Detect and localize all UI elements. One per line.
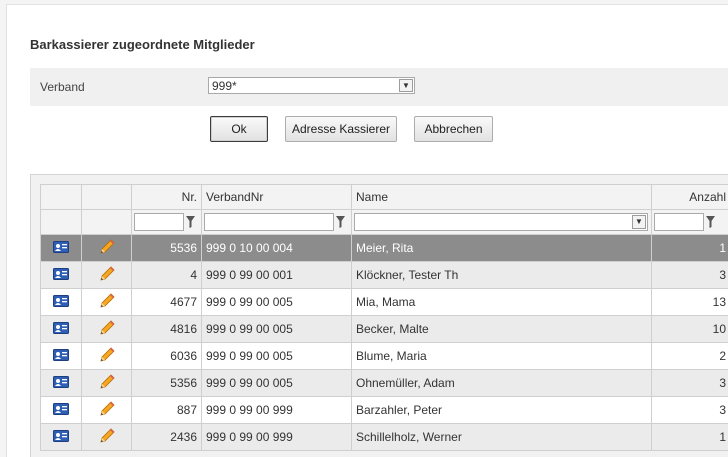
cell-verbandnr: 999 0 99 00 005 xyxy=(201,342,352,370)
table-row[interactable]: 887 999 0 99 00 999 Barzahler, Peter 3 xyxy=(40,396,728,424)
filter-cell-empty xyxy=(81,209,132,235)
contact-card-icon[interactable] xyxy=(53,429,69,445)
cell-anzahl: 3 xyxy=(651,261,728,289)
ok-button[interactable]: Ok xyxy=(210,116,268,142)
anzahl-filter-input[interactable] xyxy=(654,213,715,231)
name-filter-select[interactable]: ▼ xyxy=(354,213,648,231)
window-frame-top xyxy=(6,0,728,5)
chevron-down-icon[interactable]: ▼ xyxy=(632,215,646,229)
cell-anzahl: 10 xyxy=(651,315,728,343)
cell-nr: 4 xyxy=(131,261,202,289)
pencil-icon[interactable] xyxy=(98,346,116,367)
address-cashier-button[interactable]: Adresse Kassierer xyxy=(285,116,397,142)
cell-name: Ohnemüller, Adam xyxy=(351,369,652,397)
table-row[interactable]: 5356 999 0 99 00 005 Ohnemüller, Adam 3 xyxy=(40,369,728,397)
contact-card-icon[interactable] xyxy=(53,294,69,310)
pencil-icon[interactable] xyxy=(98,373,116,394)
cell-anzahl: 3 xyxy=(651,369,728,397)
cell-nr: 5356 xyxy=(131,369,202,397)
cell-verbandnr: 999 0 99 00 999 xyxy=(201,423,352,451)
funnel-icon[interactable] xyxy=(186,216,195,228)
header-nr[interactable]: Nr. xyxy=(131,184,202,210)
cell-anzahl: 2 xyxy=(651,342,728,370)
contact-card-icon[interactable] xyxy=(53,267,69,283)
cell-anzahl: 13 xyxy=(651,288,728,316)
cell-anzahl: 3 xyxy=(651,396,728,424)
verband-select[interactable]: 999* ▼ xyxy=(208,77,415,94)
pencil-icon[interactable] xyxy=(98,400,116,421)
cancel-button[interactable]: Abbrechen xyxy=(414,116,493,142)
cell-nr: 6036 xyxy=(131,342,202,370)
contact-card-icon[interactable] xyxy=(53,402,69,418)
table-row[interactable]: 4677 999 0 99 00 005 Mia, Mama 13 xyxy=(40,288,728,316)
page-title: Barkassierer zugeordnete Mitglieder xyxy=(30,37,255,52)
filter-cell-empty xyxy=(40,209,82,235)
cell-name: Schillelholz, Werner xyxy=(351,423,652,451)
cell-anzahl: 1 xyxy=(651,423,728,451)
header-anzahl[interactable]: Anzahl xyxy=(651,184,728,210)
table-row[interactable]: 4816 999 0 99 00 005 Becker, Malte 10 xyxy=(40,315,728,343)
table-row[interactable]: 6036 999 0 99 00 005 Blume, Maria 2 xyxy=(40,342,728,370)
cell-name: Meier, Rita xyxy=(351,234,652,262)
cell-name: Mia, Mama xyxy=(351,288,652,316)
pencil-icon[interactable] xyxy=(98,265,116,286)
members-grid: Nr. VerbandNr Name Anzahl ▼ 5536 999 0 10… xyxy=(30,174,728,457)
verbandnr-filter-input[interactable] xyxy=(204,213,345,231)
cell-verbandnr: 999 0 99 00 005 xyxy=(201,315,352,343)
cell-name: Klöckner, Tester Th xyxy=(351,261,652,289)
table-row[interactable]: 4 999 0 99 00 001 Klöckner, Tester Th 3 xyxy=(40,261,728,289)
pencil-icon[interactable] xyxy=(98,238,116,259)
chevron-down-icon[interactable]: ▼ xyxy=(399,79,413,92)
header-verbandnr[interactable]: VerbandNr xyxy=(201,184,352,210)
verband-select-value: 999* xyxy=(212,79,237,93)
cell-verbandnr: 999 0 99 00 005 xyxy=(201,369,352,397)
cell-anzahl: 1 xyxy=(651,234,728,262)
header-detail xyxy=(40,184,82,210)
cell-name: Becker, Malte xyxy=(351,315,652,343)
verband-label: Verband xyxy=(40,80,85,94)
table-row[interactable]: 2436 999 0 99 00 999 Schillelholz, Werner 1 xyxy=(40,423,728,451)
table-row[interactable]: 5536 999 0 10 00 004 Meier, Rita 1 xyxy=(40,234,728,262)
cell-nr: 887 xyxy=(131,396,202,424)
cell-verbandnr: 999 0 10 00 004 xyxy=(201,234,352,262)
members-table: Nr. VerbandNr Name Anzahl ▼ 5536 999 0 10… xyxy=(40,184,728,451)
cell-name: Barzahler, Peter xyxy=(351,396,652,424)
pencil-icon[interactable] xyxy=(98,292,116,313)
funnel-icon[interactable] xyxy=(706,216,715,228)
contact-card-icon[interactable] xyxy=(53,375,69,391)
nr-filter-input[interactable] xyxy=(134,213,195,231)
contact-card-icon[interactable] xyxy=(53,348,69,364)
filter-bar: Verband 999* ▼ xyxy=(30,68,728,106)
window-frame-left xyxy=(0,0,7,457)
funnel-icon[interactable] xyxy=(336,216,345,228)
cell-nr: 4816 xyxy=(131,315,202,343)
cell-verbandnr: 999 0 99 00 005 xyxy=(201,288,352,316)
pencil-icon[interactable] xyxy=(98,427,116,448)
cell-verbandnr: 999 0 99 00 999 xyxy=(201,396,352,424)
pencil-icon[interactable] xyxy=(98,319,116,340)
contact-card-icon[interactable] xyxy=(53,240,69,256)
contact-card-icon[interactable] xyxy=(53,321,69,337)
cell-nr: 4677 xyxy=(131,288,202,316)
cell-nr: 2436 xyxy=(131,423,202,451)
header-name[interactable]: Name xyxy=(351,184,652,210)
cell-verbandnr: 999 0 99 00 001 xyxy=(201,261,352,289)
cell-nr: 5536 xyxy=(131,234,202,262)
header-edit xyxy=(81,184,132,210)
cell-name: Blume, Maria xyxy=(351,342,652,370)
